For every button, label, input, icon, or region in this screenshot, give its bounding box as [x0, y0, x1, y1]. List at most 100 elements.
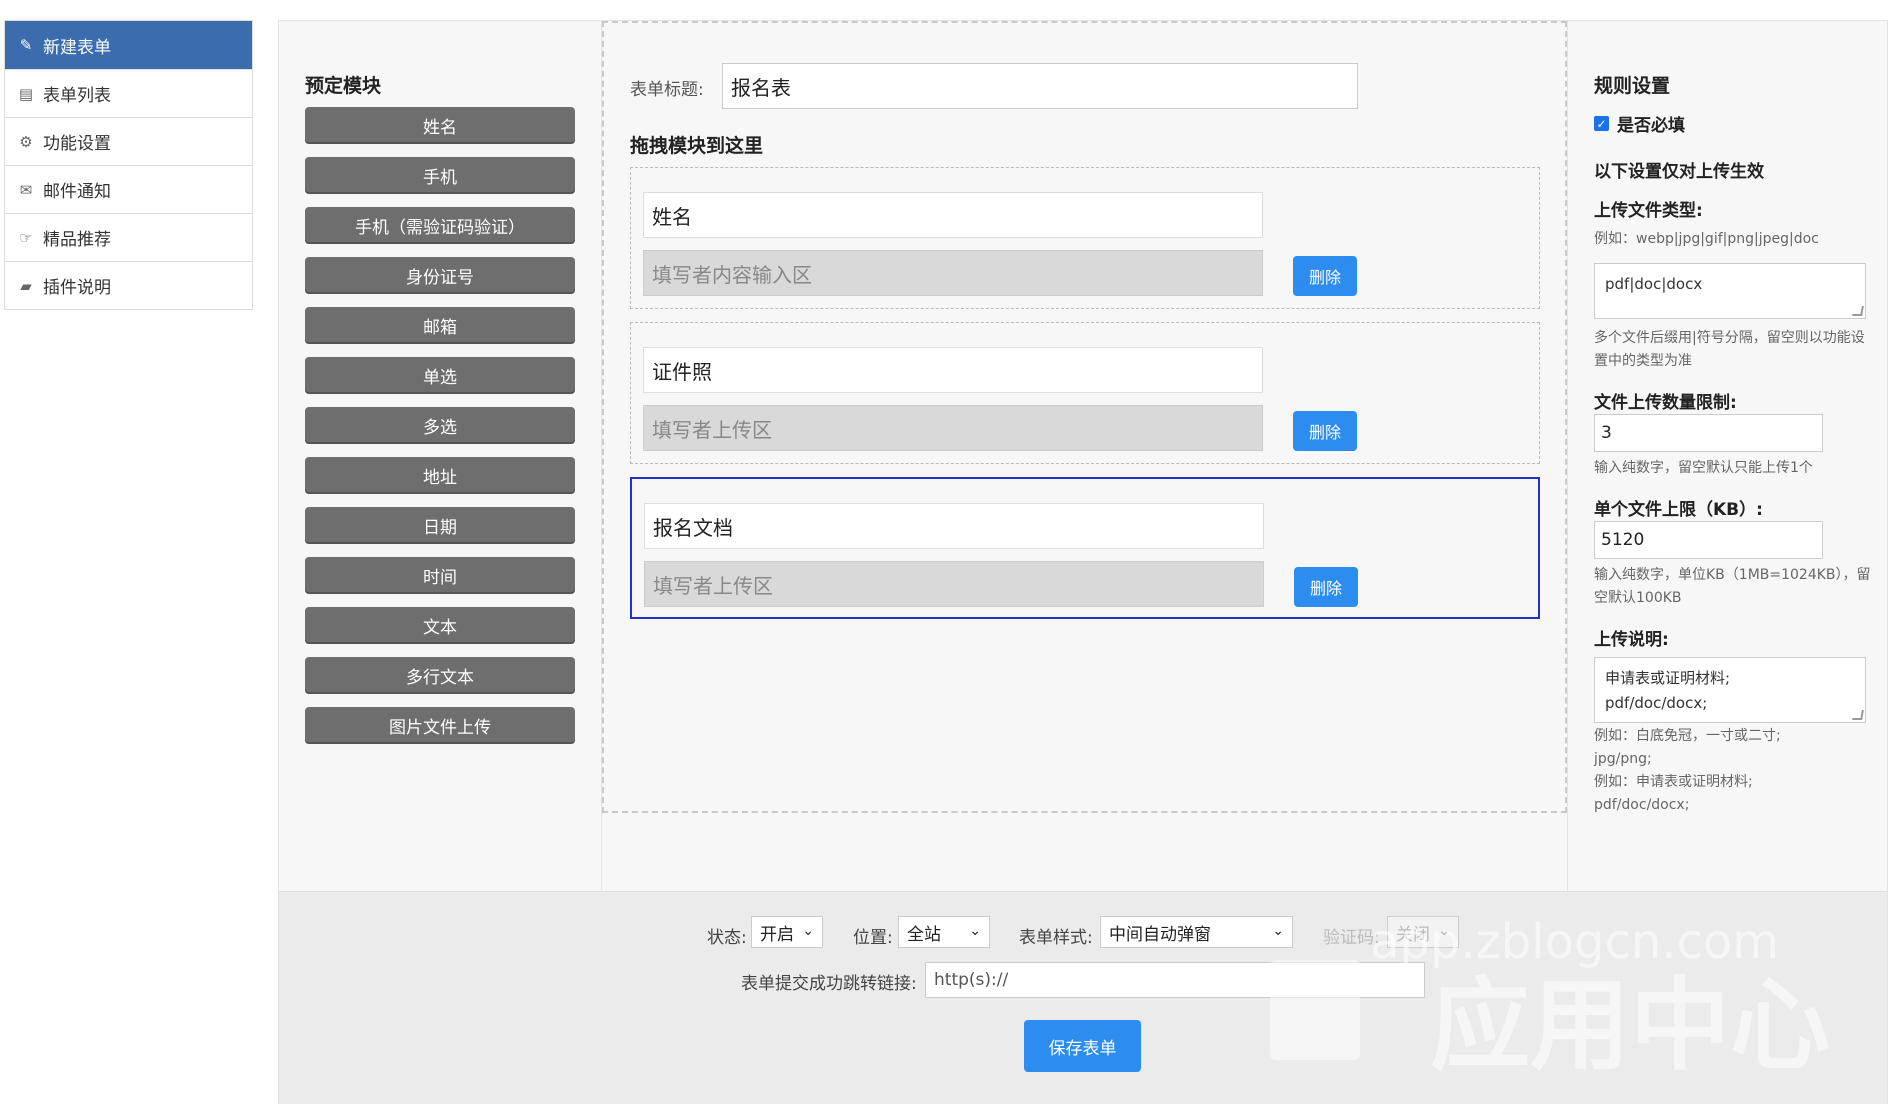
rules-title: 规则设置 [1594, 75, 1671, 97]
count-hint: 输入纯数字，留空默认只能上传1个 [1594, 460, 1813, 476]
sidebar-item-settings[interactable]: ⚙ 功能设置 [5, 117, 252, 165]
thumbs-up-icon: ☞ [19, 228, 33, 247]
redirect-label: 表单提交成功跳转链接: [741, 974, 917, 994]
form-title-label: 表单标题: [630, 80, 704, 100]
chevron-down-icon: ⌄ [969, 923, 981, 939]
desc-textarea[interactable]: 申请表或证明材料; pdf/doc/docx; [1594, 657, 1866, 723]
preset-module-button[interactable]: 多行文本 [305, 657, 575, 694]
sidebar-item-label: 精品推荐 [43, 230, 111, 250]
block-fill-area: 填写者内容输入区 [643, 250, 1263, 296]
status-label: 状态: [707, 928, 747, 948]
required-label: 是否必填 [1617, 116, 1685, 136]
status-value: 开启 [760, 924, 794, 945]
redirect-url-input[interactable]: http(s):// [925, 962, 1425, 998]
sidebar-item-new-form[interactable]: ✎ 新建表单 [5, 21, 252, 69]
upload-only-note: 以下设置仅对上传生效 [1594, 162, 1764, 182]
sidebar-item-mail[interactable]: ✉ 邮件通知 [5, 165, 252, 213]
captcha-label: 验证码: [1323, 928, 1380, 948]
save-form-button[interactable]: 保存表单 [1024, 1020, 1141, 1072]
size-label: 单个文件上限（KB）: [1594, 500, 1763, 520]
desc-label: 上传说明: [1594, 630, 1669, 650]
resize-handle-icon[interactable] [1852, 710, 1864, 720]
position-select[interactable]: 全站 ⌄ [898, 916, 990, 948]
block-label-input[interactable]: 姓名 [643, 192, 1263, 238]
sidebar-item-label: 新建表单 [43, 37, 111, 58]
preset-module-button[interactable]: 邮箱 [305, 307, 575, 344]
form-title-input[interactable]: 报名表 [722, 63, 1358, 109]
sidebar-item-docs[interactable]: ▰ 插件说明 [5, 261, 252, 309]
drop-heading: 拖拽模块到这里 [630, 135, 764, 157]
form-block-selected[interactable]: 报名文档 填写者上传区 删除 [630, 477, 1540, 619]
size-input[interactable]: 5120 [1594, 521, 1823, 559]
preset-module-button[interactable]: 多选 [305, 407, 575, 444]
desc-hint-line: 例如：申请表或证明材料; [1594, 774, 1753, 790]
form-block[interactable]: 姓名 填写者内容输入区 删除 [630, 167, 1540, 309]
count-label: 文件上传数量限制: [1594, 393, 1737, 413]
form-editor: 预定模块 姓名 手机 手机（需验证码验证） 身份证号 邮箱 单选 多选 地址 日… [278, 20, 1888, 1104]
block-fill-area: 填写者上传区 [643, 405, 1263, 451]
form-drop-zone[interactable]: 表单标题: 报名表 拖拽模块到这里 姓名 填写者内容输入区 删除 证件照 填写者… [602, 21, 1567, 813]
position-label: 位置: [853, 928, 893, 948]
count-input[interactable]: 3 [1594, 414, 1823, 452]
book-icon: ▰ [20, 276, 32, 295]
required-checkbox[interactable]: ✓ 是否必填 [1594, 111, 1685, 136]
preset-modules-panel: 预定模块 姓名 手机 手机（需验证码验证） 身份证号 邮箱 单选 多选 地址 日… [279, 21, 602, 891]
desc-line: 申请表或证明材料; [1605, 669, 1731, 687]
sidebar: ✎ 新建表单 ▤ 表单列表 ⚙ 功能设置 ✉ 邮件通知 ☞ 精品推荐 ▰ 插件说… [4, 20, 253, 310]
preset-module-button[interactable]: 时间 [305, 557, 575, 594]
chevron-down-icon: ⌄ [1272, 923, 1284, 939]
preset-module-button[interactable]: 地址 [305, 457, 575, 494]
sidebar-item-form-list[interactable]: ▤ 表单列表 [5, 69, 252, 117]
file-type-example: 例如：webp|jpg|gif|png|jpeg|doc [1594, 231, 1819, 247]
sidebar-item-recommend[interactable]: ☞ 精品推荐 [5, 213, 252, 261]
resize-handle-icon[interactable] [1852, 306, 1864, 316]
delete-button[interactable]: 删除 [1294, 567, 1358, 607]
mail-icon: ✉ [19, 180, 33, 199]
preset-modules-title: 预定模块 [305, 75, 382, 97]
file-type-label: 上传文件类型: [1594, 201, 1703, 221]
status-select[interactable]: 开启 ⌄ [751, 916, 823, 948]
preset-module-button[interactable]: 身份证号 [305, 257, 575, 294]
preset-module-button[interactable]: 日期 [305, 507, 575, 544]
form-block[interactable]: 证件照 填写者上传区 删除 [630, 322, 1540, 464]
file-type-hint: 多个文件后缀用|符号分隔，留空则以功能设置中的类型为准 [1594, 330, 1865, 369]
chevron-down-icon: ⌄ [802, 923, 814, 939]
desc-hint-line: 例如：白底免冠，一寸或二寸; [1594, 728, 1781, 744]
gear-icon: ⚙ [19, 132, 33, 151]
file-type-value: pdf|doc|docx [1605, 275, 1703, 293]
size-hint: 输入纯数字，单位KB（1MB=1024KB），留空默认100KB [1594, 567, 1871, 606]
preset-module-button[interactable]: 单选 [305, 357, 575, 394]
desc-hint: 例如：白底免冠，一寸或二寸; jpg/png; 例如：申请表或证明材料; pdf… [1594, 725, 1874, 817]
app-root: ✎ 新建表单 ▤ 表单列表 ⚙ 功能设置 ✉ 邮件通知 ☞ 精品推荐 ▰ 插件说… [0, 0, 1891, 1104]
list-icon: ▤ [18, 84, 34, 103]
style-select[interactable]: 中间自动弹窗 ⌄ [1100, 916, 1293, 948]
sidebar-item-label: 功能设置 [43, 134, 111, 154]
edit-icon: ✎ [19, 36, 33, 54]
desc-hint-line: jpg/png; [1594, 751, 1652, 767]
delete-button[interactable]: 删除 [1293, 411, 1357, 451]
sidebar-item-label: 表单列表 [43, 86, 111, 106]
preset-module-button[interactable]: 手机 [305, 157, 575, 194]
preset-module-button[interactable]: 手机（需验证码验证） [305, 207, 575, 244]
desc-line: pdf/doc/docx; [1605, 694, 1708, 712]
desc-hint-line: pdf/doc/docx; [1594, 797, 1690, 813]
preset-module-button[interactable]: 姓名 [305, 107, 575, 144]
style-label: 表单样式: [1019, 928, 1093, 948]
preset-module-button[interactable]: 图片文件上传 [305, 707, 575, 744]
captcha-select[interactable]: 关闭 ⌄ [1387, 916, 1459, 948]
captcha-value: 关闭 [1396, 924, 1430, 945]
block-fill-area: 填写者上传区 [644, 561, 1264, 607]
style-value: 中间自动弹窗 [1109, 924, 1211, 945]
form-footer: 状态: 开启 ⌄ 位置: 全站 ⌄ 表单样式: 中间自动弹窗 ⌄ 验证码: 关闭… [279, 891, 1887, 1104]
block-label-input[interactable]: 证件照 [643, 347, 1263, 393]
file-type-textarea[interactable]: pdf|doc|docx [1594, 263, 1866, 319]
checkbox-checked-icon[interactable]: ✓ [1594, 116, 1609, 131]
rules-panel: 规则设置 ✓ 是否必填 以下设置仅对上传生效 上传文件类型: 例如：webp|j… [1567, 21, 1887, 891]
chevron-down-icon: ⌄ [1438, 923, 1450, 939]
preset-module-button[interactable]: 文本 [305, 607, 575, 644]
sidebar-item-label: 邮件通知 [43, 182, 111, 202]
block-label-input[interactable]: 报名文档 [644, 503, 1264, 549]
position-value: 全站 [907, 924, 941, 945]
delete-button[interactable]: 删除 [1293, 256, 1357, 296]
sidebar-item-label: 插件说明 [43, 278, 111, 298]
